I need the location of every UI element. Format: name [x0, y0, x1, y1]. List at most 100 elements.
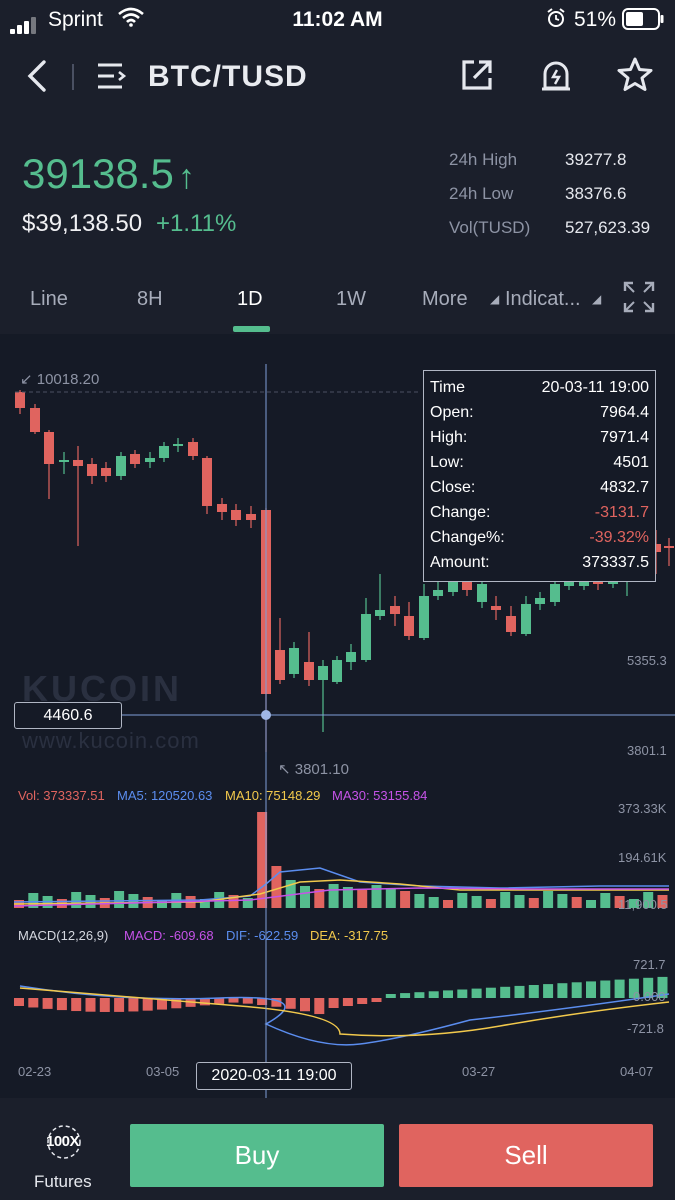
volume-bar: [500, 892, 511, 908]
candle-body: [173, 444, 183, 446]
volume-bar: [400, 891, 411, 908]
candle-body: [304, 662, 314, 680]
macd-axis-label-3: -721.8: [627, 1021, 664, 1036]
volume-bar: [385, 888, 396, 908]
dif-line: [19, 985, 670, 1046]
volume-bar: [571, 897, 582, 908]
macd-bar: [400, 993, 411, 998]
stat-vol-value: 527,623.39: [565, 218, 651, 237]
candle-body: [231, 510, 241, 520]
fullscreen-icon[interactable]: [622, 280, 656, 319]
indicators-dropdown-icon: ◢: [592, 292, 602, 306]
price-alert-icon[interactable]: [539, 58, 573, 97]
tab-more[interactable]: More: [422, 288, 468, 311]
macd-axis-label-1: 721.7: [633, 957, 666, 972]
candle-body: [202, 458, 212, 506]
tab-8h[interactable]: 8H: [137, 288, 163, 311]
candle-body: [550, 584, 560, 602]
volume-bar: [457, 893, 468, 908]
macd-bar: [128, 998, 139, 1012]
macd-bar: [614, 979, 625, 998]
macd-bar: [56, 998, 67, 1011]
candle-body: [30, 408, 40, 432]
volume-bar: [428, 897, 439, 908]
battery-icon: [622, 8, 664, 36]
macd-bar: [71, 998, 82, 1012]
macd-bar: [414, 992, 425, 998]
candle-body: [159, 446, 169, 458]
header: [0, 40, 675, 115]
futures-label[interactable]: Futures: [34, 1172, 92, 1192]
candle-body: [419, 596, 429, 638]
tab-1d[interactable]: 1D: [237, 288, 263, 311]
header-divider: [72, 64, 74, 90]
buy-button[interactable]: Buy: [130, 1124, 384, 1187]
candle-body: [289, 648, 299, 674]
back-button[interactable]: [24, 58, 50, 99]
share-icon[interactable]: [460, 58, 494, 97]
candle-body: [375, 610, 385, 616]
vol-indicator: Vol: 373337.51: [18, 788, 105, 803]
change-percent: +1.11%: [156, 210, 237, 237]
macd-bar: [457, 989, 468, 998]
candle-body: [491, 606, 501, 610]
candle-body: [188, 442, 198, 456]
date-axis-label-3: 03-27: [462, 1064, 496, 1079]
tab-1w[interactable]: 1W: [336, 288, 366, 311]
volume-bar: [328, 884, 339, 908]
macd-title: MACD(12,26,9): [18, 928, 109, 943]
macd-bar: [586, 981, 596, 998]
favorite-star-icon[interactable]: [616, 56, 654, 97]
tooltip-row-amount: Amount: 373337.5: [430, 554, 649, 571]
tab-indicators[interactable]: Indicat...: [505, 288, 581, 311]
sell-button[interactable]: Sell: [399, 1124, 653, 1187]
tooltip-row-high: High: 7971.4: [430, 429, 649, 446]
stat-high-value: 39277.8: [565, 150, 627, 169]
macd-bar: [300, 998, 310, 1012]
macd-bar: [543, 984, 554, 998]
active-tab-indicator: [233, 326, 270, 332]
tooltip-row-open: Open: 7964.4: [430, 404, 649, 421]
page-title: BTC/TUSD: [148, 60, 308, 93]
crosshair-dot: [261, 710, 271, 720]
ma5-indicator: MA5: 120520.63: [117, 788, 213, 803]
tooltip-row-time: Time 20-03-11 19:00: [430, 379, 649, 396]
candle-body: [664, 546, 674, 548]
stat-low-label: 24h Low: [449, 184, 514, 203]
tab-line[interactable]: Line: [30, 288, 68, 311]
macd-bar: [242, 998, 253, 1004]
volume-bar: [543, 891, 554, 908]
futures-100x-icon[interactable]: 100X: [42, 1124, 86, 1165]
volume-bar: [300, 886, 310, 908]
menu-list-icon[interactable]: [96, 62, 128, 95]
candle-body: [433, 590, 443, 596]
more-dropdown-icon: ◢: [490, 292, 500, 306]
macd-bar: [28, 998, 39, 1008]
candle-body: [130, 454, 140, 464]
macd-bar: [285, 998, 296, 1009]
candle-body: [101, 468, 111, 476]
macd-bar: [99, 998, 110, 1012]
stat-vol-label: Vol(TUSD): [449, 218, 531, 237]
candle-body: [535, 598, 545, 604]
macd-bar: [571, 982, 582, 998]
ma30-indicator: MA30: 53155.84: [332, 788, 428, 803]
date-axis-label-4: 04-07: [620, 1064, 654, 1079]
ma10-indicator: MA10: 75148.29: [225, 788, 321, 803]
volume-bar: [157, 900, 167, 908]
vol-axis-label-1: 373.33K: [618, 801, 667, 816]
candle-body: [275, 650, 285, 680]
candle-body: [346, 652, 356, 662]
candle-body: [462, 582, 472, 590]
macd-bar: [342, 998, 353, 1006]
candle-body: [506, 616, 516, 632]
macd-bar: [485, 987, 496, 998]
stat-high-label: 24h High: [449, 150, 518, 169]
candle-body: [593, 582, 603, 584]
price-axis-label-1: 5355.3: [627, 653, 667, 668]
candle-body: [44, 432, 54, 464]
candle-body: [15, 392, 25, 408]
volume-bar: [443, 900, 453, 908]
macd-bar: [557, 983, 568, 998]
status-bar: Sprint 11:02 AM 51%: [0, 0, 675, 40]
